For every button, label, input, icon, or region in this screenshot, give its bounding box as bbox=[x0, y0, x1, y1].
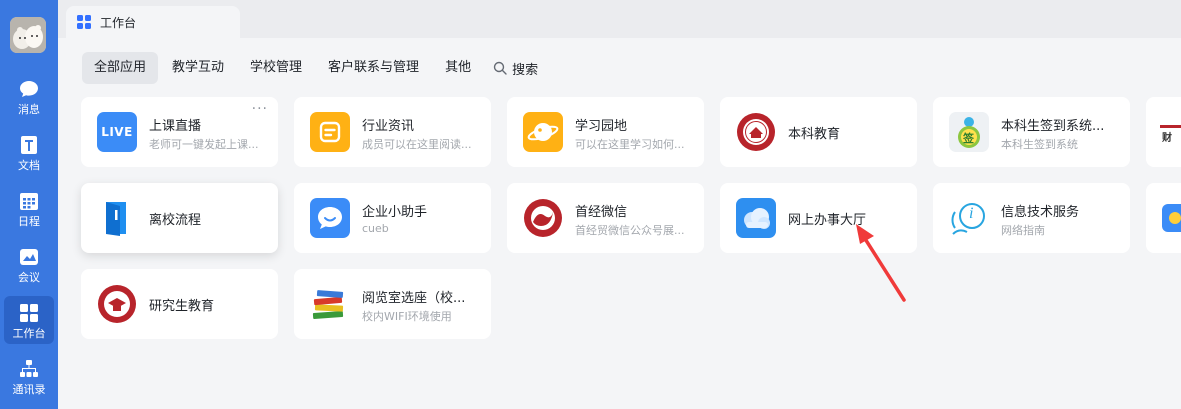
app-title: 本科生签到系统... bbox=[1001, 119, 1105, 134]
app-title: 研究生教育 bbox=[149, 299, 215, 314]
sidebar: 消息 文档 日程 会议 工作台 通讯录 bbox=[0, 0, 58, 409]
sidebar-item-label: 日程 bbox=[18, 215, 40, 228]
more-options-icon[interactable]: ··· bbox=[252, 101, 268, 117]
sidebar-item-calendar[interactable]: 日程 bbox=[4, 184, 54, 232]
calendar-icon bbox=[20, 193, 38, 210]
app-card-live-class[interactable]: LIVE 上课直播 老师可一键发起上课... ··· bbox=[81, 97, 278, 167]
app-title: 本科教育 bbox=[788, 127, 841, 142]
app-card-enterprise-assistant[interactable]: 企业小助手 cueb bbox=[294, 183, 491, 253]
app-card-cueb-wechat[interactable]: 首经微信 首经贸微信公众号展... bbox=[507, 183, 704, 253]
live-icon: LIVE bbox=[97, 112, 137, 152]
app-description: 老师可一键发起上课... bbox=[149, 138, 259, 151]
org-chart-icon bbox=[20, 360, 38, 377]
grid-icon bbox=[20, 304, 38, 322]
search-button[interactable]: 搜索 bbox=[485, 52, 546, 84]
app-title: 信息技术服务 bbox=[1001, 205, 1080, 220]
university-seal-icon bbox=[523, 198, 563, 238]
document-icon bbox=[21, 136, 37, 154]
app-description: 成员可以在这里阅读... bbox=[362, 138, 472, 151]
app-card-undergraduate-education[interactable]: 本科教育 bbox=[720, 97, 917, 167]
chat-bubble-icon bbox=[20, 81, 38, 97]
cloud-icon bbox=[736, 198, 776, 238]
category-teaching[interactable]: 教学互动 bbox=[160, 52, 236, 84]
door-exit-icon bbox=[97, 198, 137, 238]
sidebar-item-workbench[interactable]: 工作台 bbox=[4, 296, 54, 344]
app-card-checkin-system[interactable]: 签 本科生签到系统... 本科生签到系统 bbox=[933, 97, 1130, 167]
app-title: 企业小助手 bbox=[362, 205, 428, 220]
app-title: 上课直播 bbox=[149, 119, 202, 134]
category-customer-contact[interactable]: 客户联系与管理 bbox=[316, 52, 431, 84]
app-icon bbox=[1162, 198, 1181, 238]
app-description: 校内WIFI环境使用 bbox=[362, 310, 452, 323]
tab-label: 工作台 bbox=[100, 15, 137, 30]
app-title: 行业资讯 bbox=[362, 119, 415, 134]
app-card-partial[interactable] bbox=[1146, 183, 1181, 253]
checkin-icon: 签 bbox=[949, 112, 989, 152]
app-title: 阅览室选座（校... bbox=[362, 291, 466, 306]
tab-bar: 工作台 bbox=[58, 0, 1181, 38]
app-description: 本科生签到系统 bbox=[1001, 138, 1078, 151]
books-icon bbox=[310, 284, 350, 324]
app-title: 首经微信 bbox=[575, 205, 628, 220]
app-card-finance-partial[interactable]: 财 bbox=[1146, 97, 1181, 167]
app-card-graduate-education[interactable]: 研究生教育 bbox=[81, 269, 278, 339]
news-icon bbox=[310, 112, 350, 152]
sidebar-item-label: 会议 bbox=[18, 271, 40, 284]
sidebar-item-label: 文档 bbox=[18, 159, 40, 172]
app-title: 离校流程 bbox=[149, 213, 202, 228]
app-card-leaving-school[interactable]: 离校流程 bbox=[81, 183, 278, 253]
sidebar-item-messages[interactable]: 消息 bbox=[4, 72, 54, 120]
app-card-learning-garden[interactable]: 学习园地 可以在这里学习如何... bbox=[507, 97, 704, 167]
chat-bubble-icon bbox=[310, 198, 350, 238]
app-card-it-services[interactable]: i 信息技术服务 网络指南 bbox=[933, 183, 1130, 253]
sidebar-item-meeting[interactable]: 会议 bbox=[4, 240, 54, 288]
university-seal-icon bbox=[736, 112, 776, 152]
meeting-icon bbox=[20, 249, 38, 265]
finance-logo-icon: 财 bbox=[1160, 117, 1181, 147]
sidebar-item-label: 消息 bbox=[18, 103, 40, 116]
sidebar-item-docs[interactable]: 文档 bbox=[4, 128, 54, 176]
search-icon bbox=[493, 61, 507, 75]
category-other[interactable]: 其他 bbox=[433, 52, 483, 84]
tab-workbench[interactable]: 工作台 bbox=[66, 6, 240, 38]
category-all-apps[interactable]: 全部应用 bbox=[82, 52, 159, 84]
avatar[interactable] bbox=[10, 17, 46, 53]
annotation-arrow bbox=[856, 224, 906, 302]
search-label: 搜索 bbox=[512, 62, 539, 78]
info-icon: i bbox=[949, 198, 989, 238]
app-title: 学习园地 bbox=[575, 119, 628, 134]
app-description: 网络指南 bbox=[1001, 224, 1045, 237]
app-card-reading-room[interactable]: 阅览室选座（校... 校内WIFI环境使用 bbox=[294, 269, 491, 339]
sidebar-item-contacts[interactable]: 通讯录 bbox=[4, 352, 54, 400]
category-bar: 全部应用 教学互动 学校管理 客户联系与管理 其他 搜索 bbox=[82, 52, 546, 84]
app-description: 首经贸微信公众号展... bbox=[575, 224, 685, 237]
category-school-management[interactable]: 学校管理 bbox=[238, 52, 314, 84]
university-seal-icon bbox=[97, 284, 137, 324]
grid-icon bbox=[77, 15, 91, 29]
app-card-industry-news[interactable]: 行业资讯 成员可以在这里阅读... bbox=[294, 97, 491, 167]
app-description: 可以在这里学习如何... bbox=[575, 138, 685, 151]
sidebar-item-label: 工作台 bbox=[12, 327, 46, 340]
planet-icon bbox=[523, 112, 563, 152]
sidebar-item-label: 通讯录 bbox=[12, 383, 46, 396]
app-description: cueb bbox=[362, 222, 389, 235]
